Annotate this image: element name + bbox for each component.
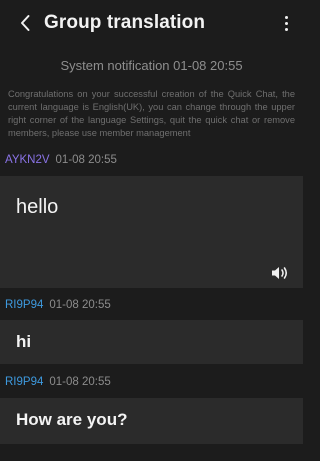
- more-vertical-icon[interactable]: [277, 8, 295, 38]
- message-text: hi: [16, 332, 32, 351]
- page-title: Group translation: [44, 12, 206, 33]
- message-meta: RI9P94 01-08 20:55: [0, 297, 303, 313]
- chevron-left-icon[interactable]: [14, 8, 36, 38]
- system-notification-text: Congratulations on your successful creat…: [8, 89, 295, 138]
- message-text: How are you?: [16, 410, 128, 429]
- message-text: hello: [16, 196, 59, 218]
- message-time: 01-08 20:55: [55, 154, 117, 166]
- message-bubble[interactable]: How are you?: [0, 398, 303, 444]
- message-sender[interactable]: RI9P94: [5, 299, 43, 311]
- message-meta: RI9P94 01-08 20:55: [0, 374, 303, 390]
- message-time: 01-08 20:55: [49, 376, 111, 388]
- message-bubble[interactable]: hello: [0, 176, 303, 288]
- top-bar: Group translation: [0, 0, 303, 46]
- message-bubble[interactable]: hi: [0, 320, 303, 364]
- message-sender[interactable]: RI9P94: [5, 376, 43, 388]
- message-meta: AYKN2V 01-08 20:55: [0, 152, 303, 168]
- message-time: 01-08 20:55: [49, 299, 111, 311]
- speaker-icon[interactable]: [271, 265, 289, 281]
- bottom-area: [0, 444, 303, 461]
- message-sender[interactable]: AYKN2V: [5, 154, 50, 166]
- system-notification-title: System notification 01-08 20:55: [60, 58, 243, 73]
